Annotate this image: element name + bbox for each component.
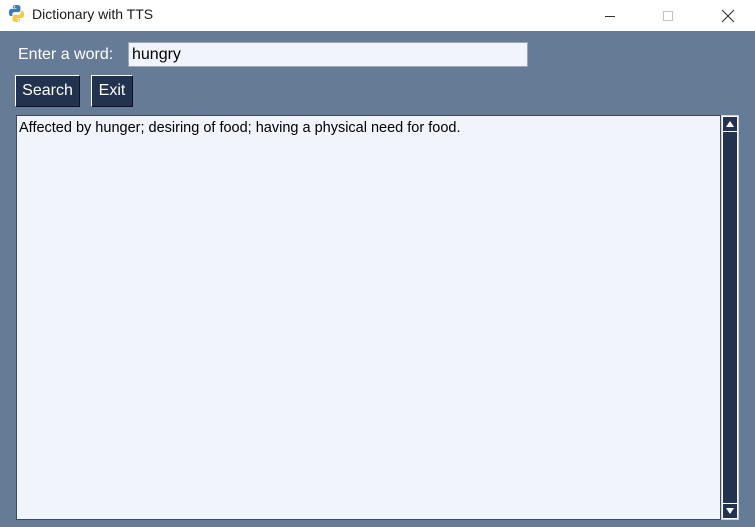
minimize-icon [605,15,615,17]
scroll-thumb[interactable] [723,132,737,503]
python-icon [8,4,25,23]
search-button[interactable]: Search [15,75,80,107]
scroll-up-button[interactable] [723,117,737,131]
word-input[interactable] [128,42,528,67]
close-icon [721,9,735,22]
result-text-area[interactable]: Affected by hunger; desiring of food; ha… [16,115,721,520]
scroll-down-button[interactable] [723,504,737,518]
arrow-up-icon [726,121,734,127]
title-bar: Dictionary with TTS [0,0,755,31]
exit-button[interactable]: Exit [91,75,133,107]
word-label: Enter a word: [18,46,114,63]
definition-text: Affected by hunger; desiring of food; ha… [19,120,461,136]
arrow-down-icon [726,508,734,514]
vertical-scrollbar[interactable] [721,115,739,520]
close-button[interactable] [705,0,751,31]
minimize-button[interactable] [587,0,633,31]
main-panel: Enter a word: Search Exit Affected by hu… [0,31,755,527]
maximize-button[interactable] [645,0,691,31]
maximize-icon [663,10,673,21]
window-title: Dictionary with TTS [32,6,154,22]
